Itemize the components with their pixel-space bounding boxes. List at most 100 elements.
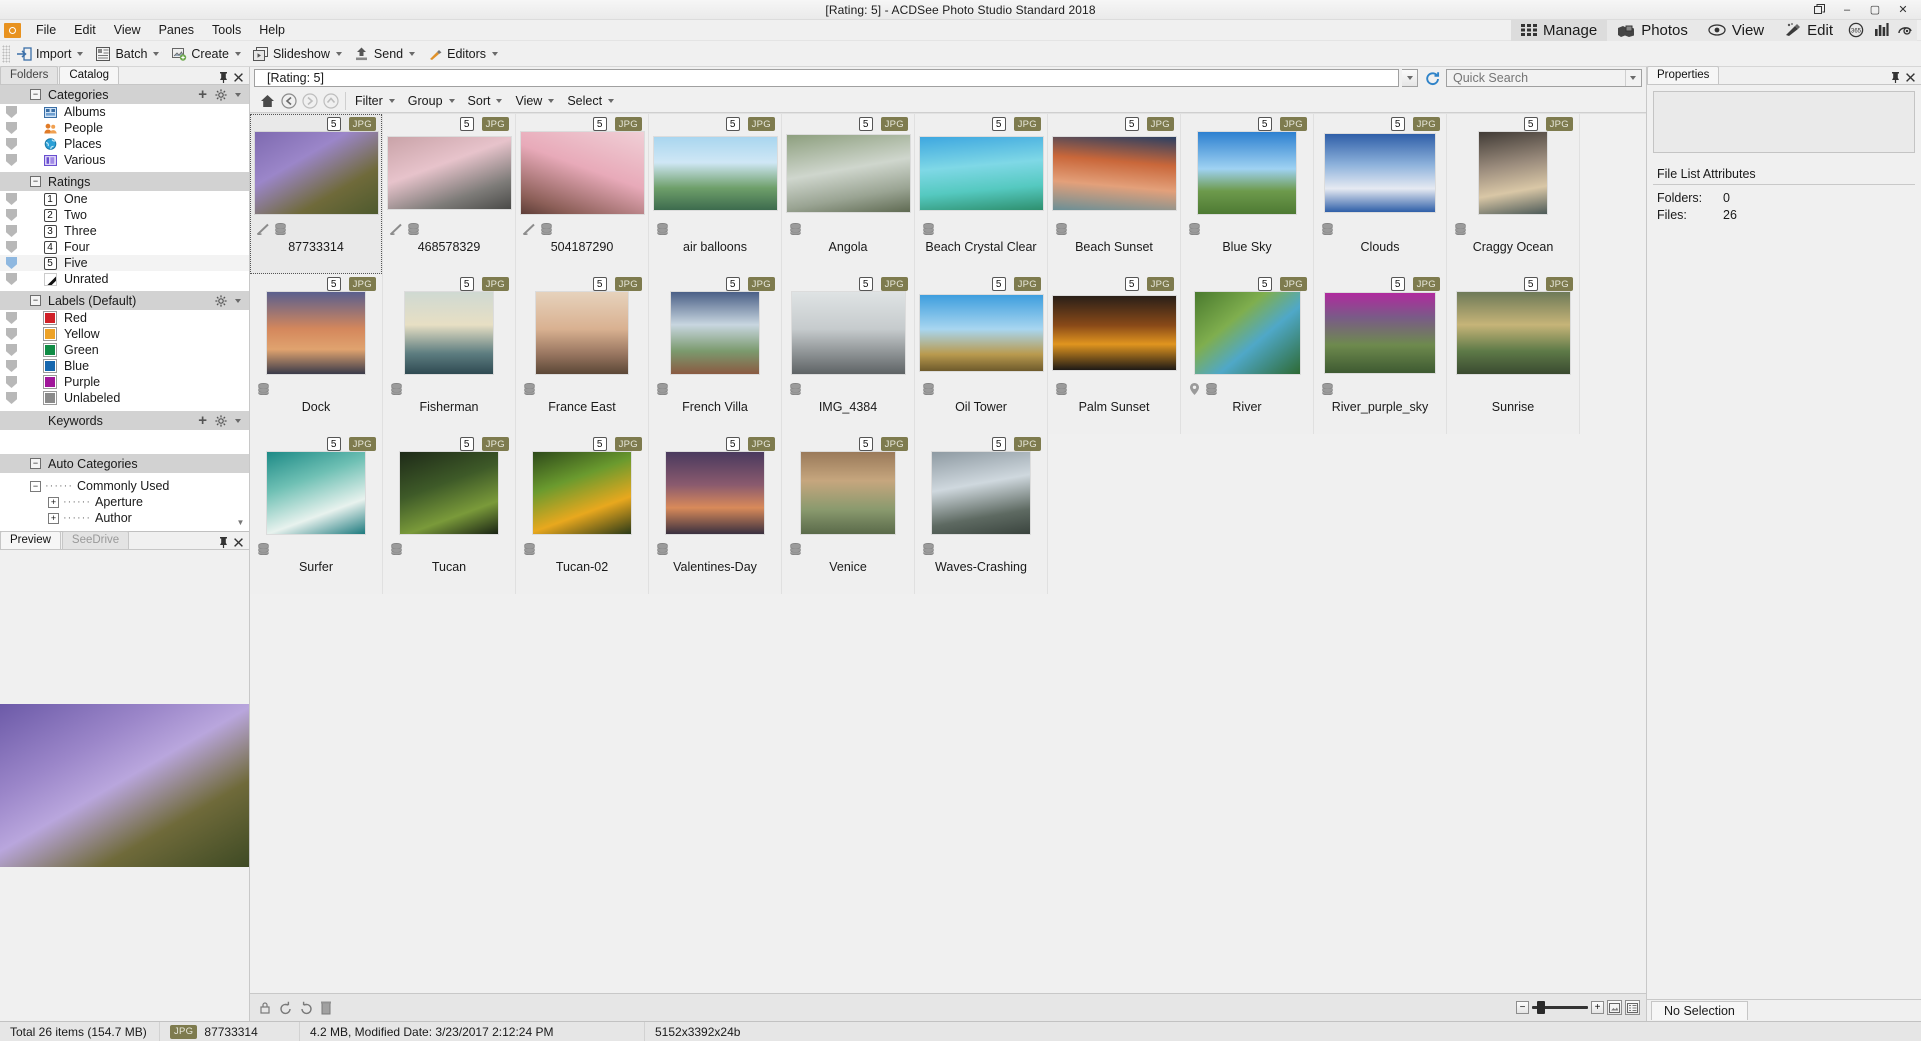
collapse-toggle-icon[interactable]: −	[30, 89, 41, 100]
thumbnail-cell[interactable]: 5 JPG Oil Tower	[915, 274, 1048, 434]
section-header-auto-categories[interactable]: − Auto Categories	[0, 454, 249, 473]
rating-badge[interactable]: 5	[326, 117, 341, 131]
chevron-down-icon[interactable]	[335, 51, 342, 56]
refresh-button[interactable]	[1421, 69, 1443, 88]
gear-icon[interactable]	[215, 88, 227, 101]
rating-badge[interactable]: 5	[326, 277, 341, 291]
close-icon[interactable]	[234, 73, 243, 82]
thumbnail-cell[interactable]: 5 JPG France East	[516, 274, 649, 434]
zoom-in-button[interactable]: +	[1591, 1001, 1604, 1014]
thumbnail-cell[interactable]: 5 JPG Tucan-02	[516, 434, 649, 594]
thumbnail-cell[interactable]: 5 JPG Surfer	[250, 434, 383, 594]
rating-badge[interactable]: 5	[1523, 117, 1538, 131]
catalog-item-places[interactable]: Places	[0, 136, 249, 152]
thumbnail-cell[interactable]: 5 JPG River	[1181, 274, 1314, 434]
zoom-out-button[interactable]: −	[1516, 1001, 1529, 1014]
mode-manage[interactable]: Manage	[1510, 19, 1608, 41]
thumbnail-cell[interactable]: 5 JPG Angola	[782, 114, 915, 274]
thumbnail-cell[interactable]: 5 JPG 87733314	[250, 114, 383, 274]
rating-badge[interactable]: 5	[725, 277, 740, 291]
pin-icon[interactable]	[219, 72, 228, 83]
maximize-button[interactable]: ▢	[1861, 1, 1889, 19]
search-dropdown-button[interactable]	[1624, 70, 1642, 86]
mode-photos[interactable]: Photos	[1607, 19, 1698, 41]
rating-badge[interactable]: 5	[459, 437, 474, 451]
delete-icon[interactable]	[316, 998, 336, 1018]
group-menu[interactable]: Group	[402, 91, 462, 111]
toolbar-batch-button[interactable]: Batch	[92, 43, 168, 65]
rating-badge[interactable]: 5	[592, 437, 607, 451]
rating-badge[interactable]: 5	[1523, 277, 1538, 291]
search-input[interactable]	[1447, 70, 1625, 86]
toolbar-import-button[interactable]: Import	[13, 43, 92, 65]
thumbnail-cell[interactable]: 5 JPG Tucan	[383, 434, 516, 594]
path-field[interactable]: [Rating: 5]	[254, 69, 1399, 87]
rating-badge[interactable]: 5	[858, 437, 873, 451]
preview-image-area[interactable]	[0, 550, 249, 1021]
mode-365-button[interactable]: 365	[1843, 19, 1869, 41]
close-icon[interactable]	[234, 538, 243, 547]
slider-knob[interactable]	[1537, 1001, 1545, 1014]
thumbnail-cell[interactable]: 5 JPG Blue Sky	[1181, 114, 1314, 274]
mode-dashboard-button[interactable]	[1869, 19, 1893, 41]
catalog-tree[interactable]: − Categories + Albums People Places Vari…	[0, 85, 249, 531]
rating-badge[interactable]: 5	[1390, 277, 1405, 291]
thumbnail-cell[interactable]: 5 JPG 504187290	[516, 114, 649, 274]
menu-file[interactable]: File	[27, 21, 65, 39]
tab-catalog[interactable]: Catalog	[59, 66, 119, 84]
thumbnail-cell[interactable]: 5 JPG 468578329	[383, 114, 516, 274]
label-item-yellow[interactable]: Yellow	[0, 326, 249, 342]
collapse-toggle-icon[interactable]: −	[30, 458, 41, 469]
thumbnail-cell[interactable]: 5 JPG air balloons	[649, 114, 782, 274]
toolbar-send-button[interactable]: Send	[351, 43, 424, 65]
rating-badge[interactable]: 5	[1257, 117, 1272, 131]
toolbar-grip[interactable]	[2, 44, 10, 63]
up-icon[interactable]	[321, 91, 340, 110]
rating-badge[interactable]: 5	[858, 117, 873, 131]
toolbar-create-button[interactable]: Create	[168, 43, 250, 65]
add-icon[interactable]: +	[198, 413, 207, 428]
section-header-categories[interactable]: − Categories +	[0, 85, 249, 104]
rating-badge[interactable]: 5	[725, 117, 740, 131]
label-item-purple[interactable]: Purple	[0, 374, 249, 390]
thumbnail-cell[interactable]: 5 JPG IMG_4384	[782, 274, 915, 434]
chevron-down-icon[interactable]	[496, 98, 503, 103]
chevron-down-icon[interactable]	[448, 98, 455, 103]
add-icon[interactable]: +	[198, 87, 207, 102]
menu-edit[interactable]: Edit	[65, 21, 105, 39]
thumbnail-size-slider[interactable]	[1532, 1001, 1588, 1014]
thumbnail-cell[interactable]: 5 JPG Fisherman	[383, 274, 516, 434]
thumbnail-cell[interactable]: 5 JPG Waves-Crashing	[915, 434, 1048, 594]
rating-badge[interactable]: 5	[991, 277, 1006, 291]
pin-icon[interactable]	[1891, 72, 1900, 83]
rating-badge[interactable]: 5	[725, 437, 740, 451]
thumbnail-cell[interactable]: 5 JPG Craggy Ocean	[1447, 114, 1580, 274]
path-dropdown-button[interactable]	[1402, 69, 1418, 87]
rating-badge[interactable]: 5	[858, 277, 873, 291]
chevron-down-icon[interactable]	[235, 418, 241, 423]
rating-badge[interactable]: 5	[991, 437, 1006, 451]
rating-item-two[interactable]: 2 Two	[0, 207, 249, 223]
pin-icon[interactable]	[219, 537, 228, 548]
menu-tools[interactable]: Tools	[203, 21, 250, 39]
chevron-down-icon[interactable]	[153, 51, 160, 56]
auto-tree-commonly-used[interactable]: − ······ Commonly Used	[0, 478, 249, 494]
collapse-toggle-icon[interactable]: −	[30, 480, 41, 492]
section-header-ratings[interactable]: − Ratings	[0, 172, 249, 191]
thumbnail-cell[interactable]: 5 JPG Sunrise	[1447, 274, 1580, 434]
close-icon[interactable]	[1906, 73, 1915, 82]
thumbnail-view-icon[interactable]	[1607, 1000, 1622, 1015]
mode-view[interactable]: View	[1697, 19, 1775, 41]
rating-item-five[interactable]: 5 Five	[0, 255, 249, 271]
rating-badge[interactable]: 5	[592, 277, 607, 291]
chevron-down-icon[interactable]	[492, 51, 499, 56]
chevron-down-icon[interactable]	[388, 98, 395, 103]
label-item-green[interactable]: Green	[0, 342, 249, 358]
chevron-down-icon[interactable]	[77, 51, 84, 56]
rating-badge[interactable]: 5	[1124, 277, 1139, 291]
thumbnail-cell[interactable]: 5 JPG Dock	[250, 274, 383, 434]
rating-badge[interactable]: 5	[326, 437, 341, 451]
thumbnail-cell[interactable]: 5 JPG Beach Crystal Clear	[915, 114, 1048, 274]
section-header-labels[interactable]: − Labels (Default)	[0, 291, 249, 310]
catalog-item-people[interactable]: People	[0, 120, 249, 136]
